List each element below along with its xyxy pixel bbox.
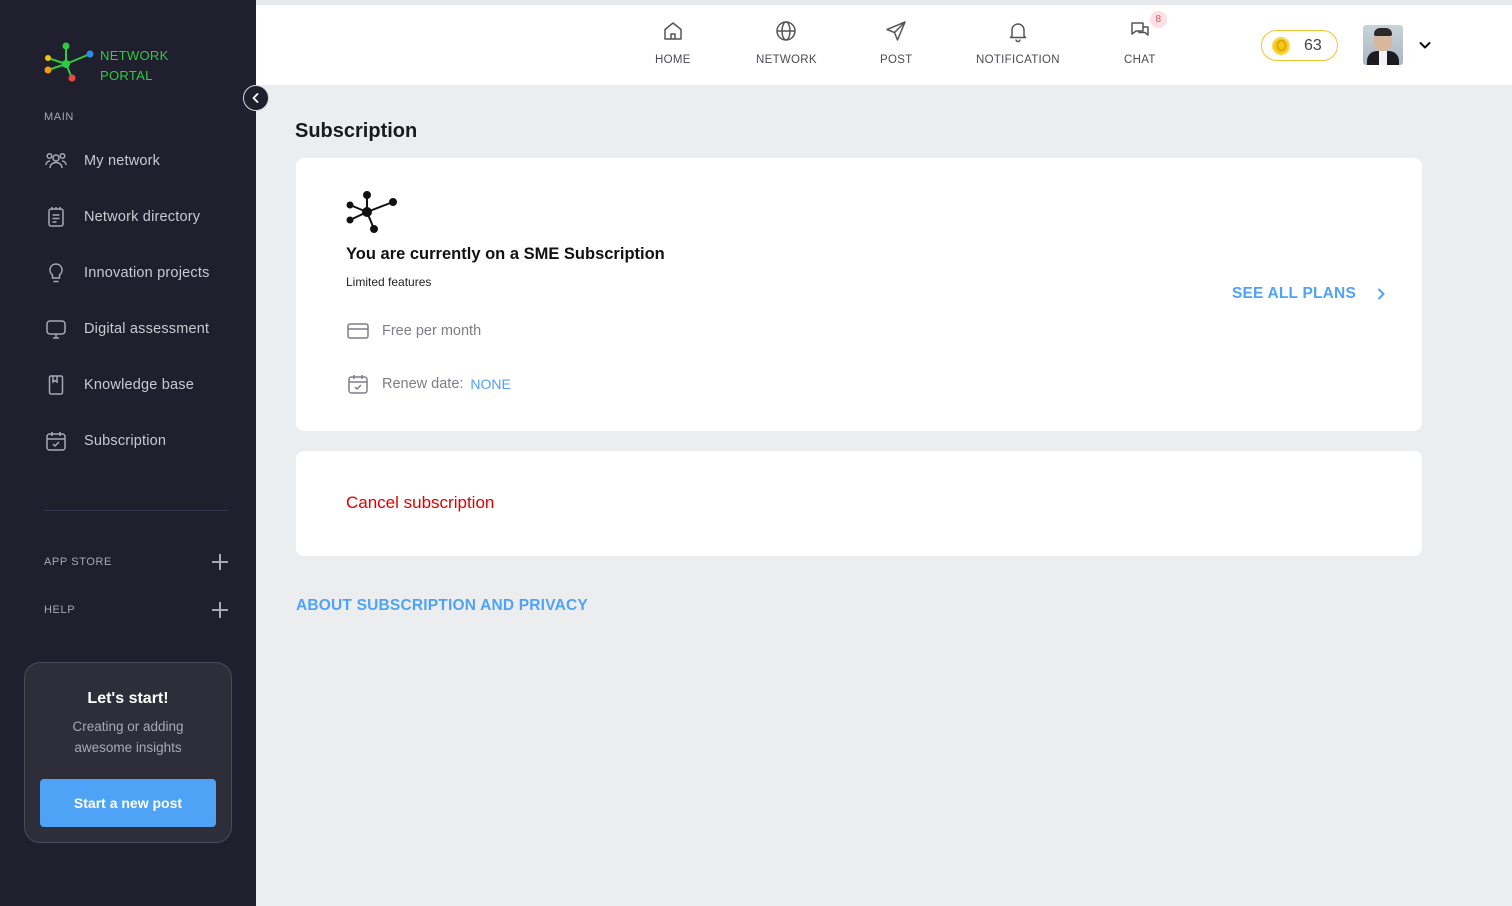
plan-note: Limited features bbox=[346, 275, 432, 289]
current-plan-title: You are currently on a SME Subscription bbox=[346, 245, 665, 263]
start-card-line1: Creating or adding bbox=[72, 719, 184, 734]
topnav-home[interactable]: HOME bbox=[655, 18, 691, 66]
topnav-post[interactable]: POST bbox=[880, 18, 913, 66]
sidebar-item-label: Innovation projects bbox=[84, 265, 210, 281]
sidebar: NETWORK PORTAL MAIN My network Network d… bbox=[0, 0, 256, 906]
calendar-check-icon bbox=[44, 429, 68, 453]
app-store-label: APP STORE bbox=[44, 556, 112, 568]
sidebar-collapse-button[interactable] bbox=[243, 85, 269, 111]
avatar-hair bbox=[1374, 28, 1392, 36]
sidebar-item-digital-assessment[interactable]: Digital assessment bbox=[44, 317, 209, 341]
monitor-icon bbox=[44, 317, 68, 341]
start-card-title: Let's start! bbox=[87, 690, 169, 707]
topnav-label: CHAT bbox=[1124, 54, 1156, 66]
sidebar-divider bbox=[44, 510, 228, 511]
credit-card-icon bbox=[346, 319, 370, 343]
renew-value: NONE bbox=[470, 376, 511, 392]
see-all-plans-link[interactable]: SEE ALL PLANS bbox=[1232, 285, 1386, 303]
coin-icon bbox=[1272, 36, 1290, 55]
brand-line2: PORTAL bbox=[100, 68, 153, 83]
home-icon bbox=[660, 18, 686, 44]
chevron-left-icon bbox=[252, 93, 259, 103]
start-card-line2: awesome insights bbox=[74, 740, 182, 755]
chevron-down-icon bbox=[1419, 42, 1431, 49]
page-title: Subscription bbox=[295, 120, 418, 142]
sidebar-item-label: My network bbox=[84, 153, 161, 169]
brand-line1: NETWORK bbox=[100, 48, 169, 63]
start-new-post-button[interactable]: Start a new post bbox=[40, 779, 216, 827]
help-expander[interactable]: HELP bbox=[44, 600, 228, 620]
help-label: HELP bbox=[44, 604, 76, 616]
main-section-label: MAIN bbox=[44, 111, 74, 123]
globe-icon bbox=[773, 18, 799, 44]
chat-icon: 8 bbox=[1127, 11, 1167, 44]
subscription-card: You are currently on a SME Subscription … bbox=[296, 158, 1422, 431]
app-store-expander[interactable]: APP STORE bbox=[44, 552, 228, 572]
plus-icon bbox=[212, 554, 228, 570]
bell-icon bbox=[1005, 18, 1031, 44]
sidebar-item-innovation-projects[interactable]: Innovation projects bbox=[44, 261, 210, 285]
directory-icon bbox=[44, 205, 68, 229]
sidebar-item-knowledge-base[interactable]: Knowledge base bbox=[44, 373, 194, 397]
network-plan-icon bbox=[346, 191, 397, 233]
sidebar-item-label: Network directory bbox=[84, 209, 201, 225]
see-all-plans-label: SEE ALL PLANS bbox=[1231, 285, 1356, 302]
sidebar-item-subscription[interactable]: Subscription bbox=[44, 429, 166, 453]
users-icon bbox=[44, 149, 68, 173]
chevron-right-icon bbox=[1378, 288, 1385, 300]
plus-icon bbox=[212, 602, 228, 618]
renew-row: Renew date: NONE bbox=[346, 372, 511, 396]
chat-badge: 8 bbox=[1149, 11, 1167, 28]
sidebar-item-network-directory[interactable]: Network directory bbox=[44, 205, 200, 229]
sidebar-item-label: Subscription bbox=[84, 433, 167, 449]
topnav-label: POST bbox=[880, 54, 913, 66]
topnav-label: HOME bbox=[655, 54, 691, 66]
price-text: Free per month bbox=[382, 323, 482, 339]
cancel-subscription-link[interactable]: Cancel subscription bbox=[346, 493, 494, 513]
topnav-chat[interactable]: 8 CHAT bbox=[1124, 11, 1167, 66]
network-logo-icon bbox=[44, 42, 94, 82]
renew-label: Renew date: bbox=[382, 376, 464, 392]
topnav-notification[interactable]: NOTIFICATION bbox=[976, 18, 1060, 66]
brand-name: NETWORK PORTAL bbox=[100, 46, 169, 86]
lightbulb-icon bbox=[44, 261, 68, 285]
book-icon bbox=[44, 373, 68, 397]
avatar-shirt bbox=[1379, 51, 1387, 65]
send-icon bbox=[883, 18, 909, 44]
avatar[interactable] bbox=[1363, 25, 1403, 65]
profile-menu-toggle[interactable] bbox=[1418, 38, 1432, 52]
start-card: Let's start! Creating or adding awesome … bbox=[24, 662, 232, 843]
cancel-card: Cancel subscription bbox=[296, 451, 1422, 556]
sidebar-item-label: Digital assessment bbox=[84, 321, 210, 337]
topnav-label: NETWORK bbox=[756, 54, 817, 66]
brand-logo[interactable]: NETWORK PORTAL bbox=[42, 40, 192, 90]
price-row: Free per month bbox=[346, 319, 481, 343]
start-card-description: Creating or adding awesome insights bbox=[25, 716, 231, 758]
topnav-network[interactable]: NETWORK bbox=[756, 18, 817, 66]
sidebar-item-my-network[interactable]: My network bbox=[44, 149, 160, 173]
coins-balance[interactable]: 63 bbox=[1261, 30, 1338, 61]
calendar-check-icon bbox=[346, 372, 370, 396]
topnav-label: NOTIFICATION bbox=[976, 54, 1060, 66]
sidebar-item-label: Knowledge base bbox=[84, 377, 195, 393]
about-subscription-link[interactable]: ABOUT SUBSCRIPTION AND PRIVACY bbox=[296, 597, 588, 615]
coins-value: 63 bbox=[1304, 36, 1322, 54]
